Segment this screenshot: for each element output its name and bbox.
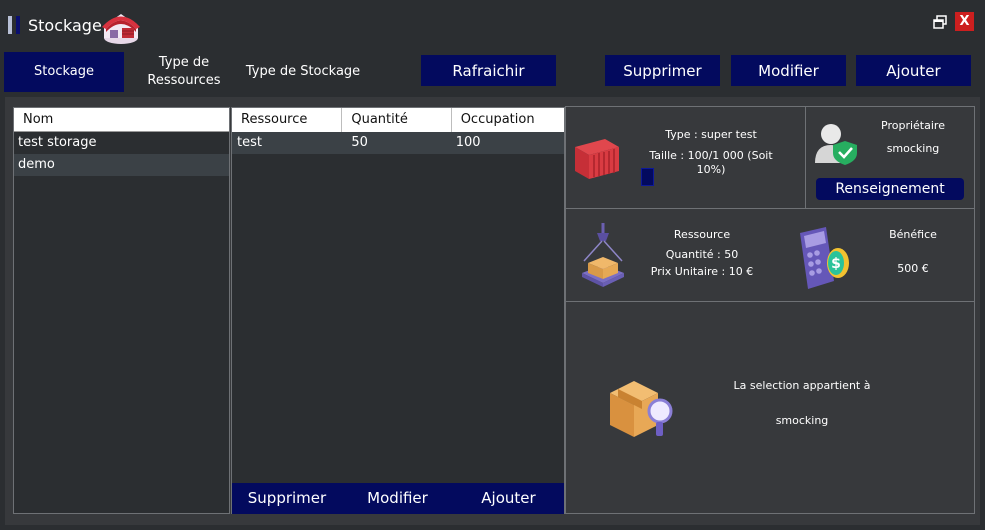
storage-type-text: Type : super test: [665, 128, 757, 141]
table-actions-bar: Supprimer Modifier Ajouter: [232, 483, 564, 514]
refresh-button[interactable]: Rafraichir: [421, 55, 556, 86]
profit-label: Bénéfice: [889, 228, 937, 241]
cell-resource: test: [237, 135, 262, 150]
selection-message: La selection appartient à: [733, 379, 871, 392]
resource-unit-price-text: Prix Unitaire : 10 €: [650, 265, 754, 278]
crane-box-icon: [582, 223, 624, 287]
storage-list[interactable]: Nom test storage demo: [13, 107, 230, 514]
tab-type-de-ressources[interactable]: Type de Ressources: [138, 52, 230, 92]
tab-type-de-stockage[interactable]: Type de Stockage: [240, 52, 366, 92]
column-header-occupation[interactable]: Occupation: [452, 108, 564, 132]
title-bar: Stockage X: [0, 0, 985, 50]
storage-list-header[interactable]: Nom: [14, 108, 229, 132]
user-shield-icon: [815, 124, 857, 165]
resources-table[interactable]: Ressource Quantité Occupation test 50 10…: [231, 107, 565, 514]
shipping-container-icon: [575, 139, 619, 179]
window-title: Stockage: [28, 16, 102, 35]
resource-label: Ressource: [673, 228, 731, 241]
column-header-resource[interactable]: Ressource: [232, 108, 343, 132]
owner-name: smocking: [886, 142, 940, 155]
cell-quantity: 50: [351, 135, 368, 150]
storage-list-item[interactable]: test storage: [14, 132, 229, 154]
divider: [566, 208, 974, 209]
owner-details-button[interactable]: Renseignement: [816, 178, 964, 200]
title-accent-bar: [8, 16, 12, 34]
calculator-dollar-icon: $: [800, 227, 849, 289]
details-panel: Type : super test Taille : 100/1 000 (So…: [565, 106, 975, 514]
edit-storage-button[interactable]: Modifier: [731, 55, 846, 86]
storage-fill-bar: [641, 168, 771, 186]
close-window-button[interactable]: X: [955, 12, 974, 31]
add-resource-button[interactable]: Ajouter: [453, 483, 564, 514]
column-header-quantity[interactable]: Quantité: [342, 108, 452, 132]
divider: [566, 301, 974, 302]
cell-occupation: 100: [455, 135, 481, 150]
delete-resource-button[interactable]: Supprimer: [232, 483, 342, 514]
svg-text:$: $: [831, 256, 841, 272]
title-accent-bar: [16, 16, 20, 34]
tab-stockage[interactable]: Stockage: [4, 52, 124, 92]
storage-list-item[interactable]: demo: [14, 154, 229, 176]
table-header: Ressource Quantité Occupation: [232, 108, 564, 132]
warehouse-icon: [102, 14, 140, 44]
profit-value: 500 €: [897, 262, 929, 275]
add-storage-button[interactable]: Ajouter: [856, 55, 971, 86]
restore-window-icon[interactable]: [932, 14, 948, 30]
resource-quantity-text: Quantité : 50: [665, 248, 739, 261]
edit-resource-button[interactable]: Modifier: [342, 483, 453, 514]
table-row[interactable]: test 50 100: [232, 132, 564, 154]
divider: [805, 107, 806, 208]
box-search-icon: [610, 381, 673, 437]
delete-storage-button[interactable]: Supprimer: [605, 55, 720, 86]
storage-fill-bar-value: [641, 168, 654, 186]
owner-label: Propriétaire: [881, 119, 945, 132]
selection-owner: smocking: [775, 414, 829, 427]
